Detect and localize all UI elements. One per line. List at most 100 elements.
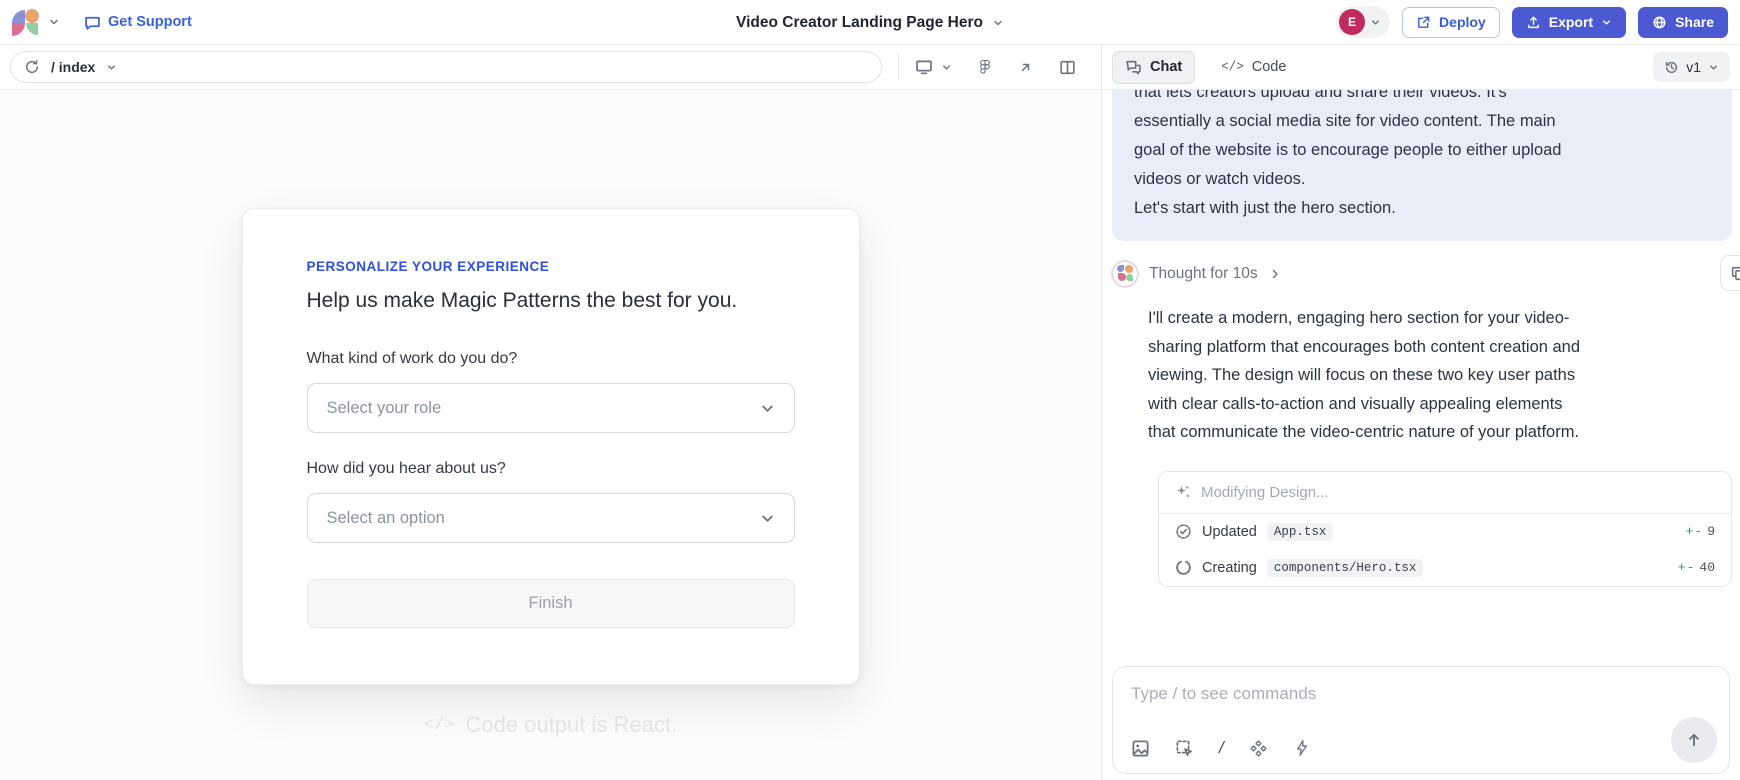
file-chip: components/Hero.tsx xyxy=(1267,559,1424,577)
progress-header-label: Modifying Design... xyxy=(1201,484,1329,501)
arrow-up-icon xyxy=(1685,731,1703,749)
referral-question-label: How did you hear about us? xyxy=(307,460,795,478)
title-chevron-down-icon[interactable] xyxy=(992,17,1004,29)
route-bar[interactable]: / index xyxy=(10,51,882,83)
sparkle-icon xyxy=(1175,484,1191,500)
viewport-size-button[interactable] xyxy=(915,58,952,76)
share-button[interactable]: Share xyxy=(1638,7,1728,38)
export-chevron-down-icon xyxy=(1601,17,1612,28)
workspace-chevron-down-icon[interactable] xyxy=(48,16,60,28)
chat-tab-icon xyxy=(1125,59,1142,76)
thought-chevron-right-icon[interactable] xyxy=(1269,268,1281,280)
diff-minus: - xyxy=(1687,560,1695,575)
user-message-bubble: that lets creators upload and share thei… xyxy=(1112,90,1732,241)
chat-tab-label: Chat xyxy=(1150,59,1182,75)
role-select-placeholder: Select your role xyxy=(327,399,442,418)
diff-count: +-40 xyxy=(1678,560,1715,575)
code-tab-icon: </> xyxy=(1221,60,1244,74)
check-circle-icon xyxy=(1175,523,1192,540)
account-chevron-down-icon xyxy=(1370,17,1381,28)
thought-label: Thought for 10s xyxy=(1149,265,1258,283)
diff-number: 9 xyxy=(1707,524,1715,539)
toolbar-divider xyxy=(898,54,899,80)
preview-panel: PERSONALIZE YOUR EXPERIENCE Help us make… xyxy=(0,90,1102,780)
version-label: v1 xyxy=(1686,59,1701,75)
globe-icon xyxy=(1652,15,1667,30)
version-chevron-down-icon xyxy=(1708,62,1719,73)
deploy-label: Deploy xyxy=(1439,14,1486,30)
page-title: Video Creator Landing Page Hero xyxy=(736,14,983,32)
chat-toolbar: Chat </> Code v1 xyxy=(1102,45,1740,89)
slash-command-icon[interactable]: / xyxy=(1219,738,1224,758)
get-support-label: Get Support xyxy=(108,14,192,30)
external-link-icon xyxy=(1416,15,1431,30)
assistant-message-text: I'll create a modern, engaging hero sect… xyxy=(1148,304,1734,447)
referral-select[interactable]: Select an option xyxy=(307,493,795,543)
share-label: Share xyxy=(1675,14,1714,30)
chat-input[interactable]: Type / to see commands / xyxy=(1112,666,1730,774)
diff-minus: - xyxy=(1694,524,1702,539)
diff-plus: + xyxy=(1686,524,1694,539)
diff-count: +-9 xyxy=(1686,524,1715,539)
progress-card: Modifying Design... Updated App.tsx +-9 … xyxy=(1158,471,1732,587)
finish-button[interactable]: Finish xyxy=(307,579,795,628)
file-chip: App.tsx xyxy=(1267,523,1334,541)
copy-message-button[interactable] xyxy=(1720,255,1740,291)
role-select[interactable]: Select your role xyxy=(307,383,795,433)
open-in-new-window-icon[interactable] xyxy=(1018,59,1034,75)
role-question-label: What kind of work do you do? xyxy=(307,350,795,368)
user-message-text: that lets creators upload and share thei… xyxy=(1134,90,1561,217)
toolbar: / index xyxy=(0,45,1740,90)
referral-select-placeholder: Select an option xyxy=(327,509,445,528)
get-support-link[interactable]: Get Support xyxy=(84,14,192,31)
tab-chat[interactable]: Chat xyxy=(1112,51,1195,84)
version-selector[interactable]: v1 xyxy=(1653,52,1730,82)
route-path: / index xyxy=(51,59,95,75)
chat-panel: that lets creators upload and share thei… xyxy=(1102,90,1740,780)
monitor-icon xyxy=(915,58,933,76)
progress-row-updated[interactable]: Updated App.tsx +-9 xyxy=(1159,514,1731,550)
export-button[interactable]: Export xyxy=(1512,7,1626,38)
progress-row-creating[interactable]: Creating components/Hero.tsx +-40 xyxy=(1159,550,1731,586)
preview-tools xyxy=(915,58,1076,76)
deploy-button[interactable]: Deploy xyxy=(1402,7,1500,38)
avatar: E xyxy=(1339,9,1365,35)
modal-heading: Help us make Magic Patterns the best for… xyxy=(307,289,795,313)
chat-bubble-icon xyxy=(84,14,101,31)
copy-icon xyxy=(1730,265,1740,282)
export-label: Export xyxy=(1549,14,1593,30)
code-tab-label: Code xyxy=(1252,59,1287,75)
top-bar-actions: E Deploy Export Share xyxy=(1336,6,1728,38)
modal-eyebrow: PERSONALIZE YOUR EXPERIENCE xyxy=(307,259,795,274)
watermark-text: Code output is React. xyxy=(466,712,678,738)
route-chevron-down-icon[interactable] xyxy=(106,62,117,73)
code-glyph-icon: </> xyxy=(424,716,455,735)
attach-image-icon[interactable] xyxy=(1131,739,1150,758)
diff-plus: + xyxy=(1678,560,1686,575)
diff-number: 40 xyxy=(1699,560,1715,575)
viewport-chevron-down-icon xyxy=(941,62,952,73)
history-icon xyxy=(1664,60,1679,75)
figma-icon[interactable] xyxy=(977,59,993,75)
assistant-avatar-icon xyxy=(1112,261,1138,287)
magic-patterns-app: Get Support Video Creator Landing Page H… xyxy=(0,0,1740,780)
chat-input-actions: / xyxy=(1131,738,1311,758)
personalize-modal: PERSONALIZE YOUR EXPERIENCE Help us make… xyxy=(242,208,860,685)
magic-patterns-logo-icon[interactable] xyxy=(12,9,39,36)
refresh-icon[interactable] xyxy=(24,59,40,75)
spinner-icon xyxy=(1175,559,1192,576)
thought-row[interactable]: Thought for 10s xyxy=(1112,261,1740,287)
role-select-chevron-down-icon xyxy=(760,401,775,416)
select-element-icon[interactable] xyxy=(1175,739,1194,758)
tab-code[interactable]: </> Code xyxy=(1209,51,1298,84)
account-menu[interactable]: E xyxy=(1336,6,1390,38)
components-icon[interactable] xyxy=(1249,739,1268,758)
top-bar: Get Support Video Creator Landing Page H… xyxy=(0,0,1740,45)
assistant-lines: I'll create a modern, engaging hero sect… xyxy=(1148,309,1580,441)
split-view-icon[interactable] xyxy=(1059,59,1076,76)
send-button[interactable] xyxy=(1671,717,1717,763)
progress-card-header: Modifying Design... xyxy=(1159,472,1731,514)
quick-action-icon[interactable] xyxy=(1293,739,1311,757)
chat-input-placeholder: Type / to see commands xyxy=(1113,667,1729,704)
progress-action: Creating xyxy=(1202,560,1257,576)
